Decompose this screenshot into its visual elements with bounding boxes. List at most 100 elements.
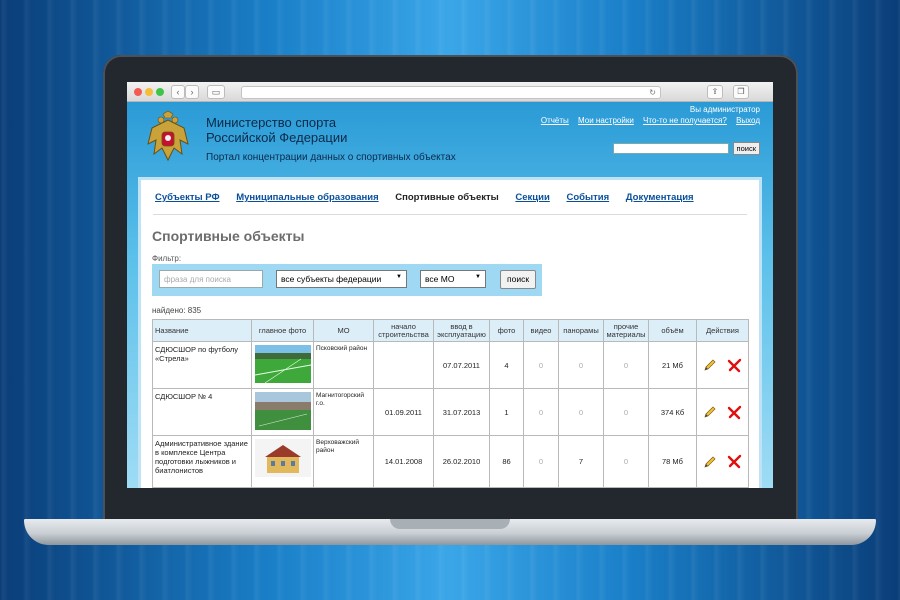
sidebar-icon[interactable]: ▭ [207, 85, 225, 99]
photo-count: 86 [489, 435, 524, 488]
commissioning-date: 31.07.2013 [433, 388, 490, 436]
mo-select[interactable]: все МО ▼ [420, 270, 486, 288]
panorama-count: 7 [558, 435, 604, 488]
object-name-link[interactable]: Административное здание в комплексе Цент… [152, 435, 252, 488]
table-row: Административное здание в комплексе Цент… [152, 435, 749, 488]
object-photo[interactable] [251, 341, 314, 389]
col-video: видео [523, 319, 559, 342]
menu-item-municipalities[interactable]: Муниципальные образования [236, 192, 378, 203]
other-count: 0 [603, 435, 649, 488]
other-count: 0 [603, 341, 649, 389]
red-cross-icon[interactable] [727, 405, 742, 420]
browser-toolbar: ‹ › ▭ ↻ ⇪ ❐ [127, 82, 773, 102]
sport-objects-table: Название главное фото МО начало строител… [152, 319, 749, 488]
panorama-count: 0 [558, 341, 604, 389]
col-construction-start[interactable]: начало строительства [373, 319, 434, 342]
site-page: Министерство спорта Российской Федерации… [127, 102, 773, 488]
other-count: 0 [603, 388, 649, 436]
menu-item-sections[interactable]: Секции [515, 192, 549, 203]
search-phrase-input[interactable]: фраза для поиска [159, 270, 263, 288]
forward-icon[interactable]: › [185, 85, 199, 99]
link-help[interactable]: Что-то не получается? [643, 116, 727, 125]
table-row: СДЮСШОР № 4 Магнитогорский г.о. 01.09.20… [152, 388, 749, 436]
link-reports[interactable]: Отчёты [541, 116, 569, 125]
volume: 21 Мб [648, 341, 697, 389]
user-role: Вы администратор [689, 105, 760, 114]
filter-bar: фраза для поиска все субъекты федерации … [152, 264, 542, 296]
menu-item-events[interactable]: События [566, 192, 609, 203]
panorama-count: 0 [558, 388, 604, 436]
construction-start: 14.01.2008 [373, 435, 434, 488]
pencil-icon[interactable] [703, 405, 717, 419]
tabs-icon[interactable]: ❐ [733, 85, 749, 99]
row-actions [696, 388, 749, 436]
video-count: 0 [523, 341, 559, 389]
site-subtitle: Портал концентрации данных о спортивных … [206, 152, 456, 163]
subject-select[interactable]: все субъекты федерации ▼ [276, 270, 407, 288]
site-search-input[interactable] [613, 143, 729, 154]
pencil-icon[interactable] [703, 455, 717, 469]
menu-item-sport-objects[interactable]: Спортивные объекты [395, 192, 498, 203]
photo-count: 1 [489, 388, 524, 436]
red-cross-icon[interactable] [727, 358, 742, 373]
top-links: Отчёты Мои настройки Что-то не получаетс… [534, 116, 760, 125]
stadium-photo [255, 392, 311, 430]
filter-search-button[interactable]: поиск [500, 270, 537, 289]
site-search-button[interactable]: поиск [732, 142, 760, 155]
construction-start [373, 341, 434, 389]
col-commissioning[interactable]: ввод в эксплуатацию [433, 319, 490, 342]
volume: 374 Кб [648, 388, 697, 436]
commissioning-date: 07.07.2011 [433, 341, 490, 389]
maximize-window-icon[interactable] [156, 88, 164, 96]
coat-of-arms-icon [147, 110, 189, 162]
main-menu: Субъекты РФ Муниципальные образования Сп… [155, 192, 708, 203]
page-title: Спортивные объекты [152, 228, 305, 244]
mo-select-value: все МО [425, 274, 455, 284]
share-icon[interactable]: ⇪ [707, 85, 723, 99]
close-window-icon[interactable] [134, 88, 142, 96]
address-bar[interactable]: ↻ [241, 86, 661, 99]
object-name-link[interactable]: СДЮСШОР № 4 [152, 388, 252, 436]
filter-label: Фильтр: [152, 254, 182, 263]
menu-divider [153, 214, 747, 215]
football-field-photo [254, 345, 312, 384]
col-panoramas: панорамы [558, 319, 604, 342]
col-actions: Действия [696, 319, 749, 342]
minimize-window-icon[interactable] [145, 88, 153, 96]
col-main-photo: главное фото [251, 319, 314, 342]
col-other-materials: прочие материалы [603, 319, 649, 342]
table-header-row: Название главное фото МО начало строител… [152, 319, 749, 342]
found-count: найдено: 835 [152, 306, 202, 315]
object-name-link[interactable]: СДЮСШОР по футболу «Стрела» [152, 341, 252, 389]
object-mo: Магнитогорский г.о. [313, 388, 374, 436]
link-logout[interactable]: Выход [736, 116, 760, 125]
pencil-icon[interactable] [703, 358, 717, 372]
red-cross-icon[interactable] [727, 454, 742, 469]
col-name[interactable]: Название [152, 319, 252, 342]
chevron-down-icon: ▼ [396, 274, 402, 280]
row-actions [696, 435, 749, 488]
chevron-down-icon: ▼ [475, 274, 481, 280]
menu-item-documentation[interactable]: Документация [626, 192, 694, 203]
main-content: Субъекты РФ Муниципальные образования Сп… [138, 177, 762, 488]
subject-select-value: все субъекты федерации [281, 274, 382, 284]
col-mo[interactable]: МО [313, 319, 374, 342]
laptop-screen: ‹ › ▭ ↻ ⇪ ❐ Министерство спорта Российск… [127, 82, 773, 488]
link-settings[interactable]: Мои настройки [578, 116, 634, 125]
video-count: 0 [523, 388, 559, 436]
laptop-notch [390, 519, 510, 529]
back-icon[interactable]: ‹ [171, 85, 185, 99]
object-photo[interactable] [251, 435, 314, 488]
menu-item-subjects[interactable]: Субъекты РФ [155, 192, 220, 203]
object-mo: Псковский район [313, 341, 374, 389]
object-mo: Верховажский район [313, 435, 374, 488]
video-count: 0 [523, 435, 559, 488]
row-actions [696, 341, 749, 389]
object-photo[interactable] [251, 388, 314, 436]
reload-icon[interactable]: ↻ [649, 87, 656, 99]
construction-start: 01.09.2011 [373, 388, 434, 436]
site-title: Министерство спорта Российской Федерации [206, 115, 348, 145]
col-volume: объём [648, 319, 697, 342]
building-photo [255, 439, 311, 477]
commissioning-date: 26.02.2010 [433, 435, 490, 488]
